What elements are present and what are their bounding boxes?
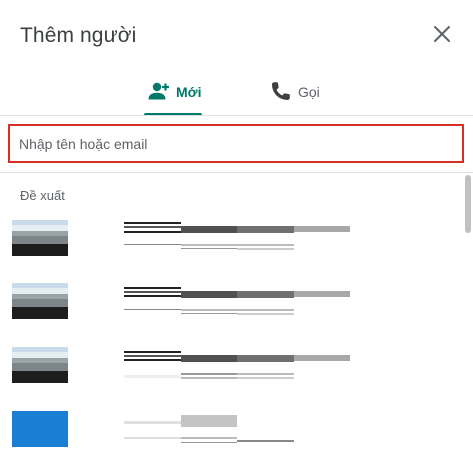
tab-new[interactable]: Mới [146, 74, 202, 116]
avatar [12, 411, 68, 447]
avatar [12, 283, 68, 319]
redacted-contact-info [124, 285, 354, 315]
tab-new-label: Mới [176, 84, 202, 100]
search-input[interactable] [10, 126, 462, 161]
scrollbar[interactable] [465, 175, 471, 233]
person-add-icon [146, 80, 172, 102]
phone-icon [268, 80, 294, 102]
suggestion-row[interactable] [0, 347, 460, 393]
tab-call-label: Gọi [298, 84, 320, 100]
close-button[interactable] [428, 20, 456, 48]
close-icon [434, 26, 450, 42]
redacted-contact-info [124, 349, 354, 379]
suggestion-row[interactable] [0, 283, 460, 329]
suggestions-label: Đề xuất [20, 188, 65, 203]
suggestion-row[interactable] [0, 220, 460, 266]
avatar [12, 220, 68, 256]
suggestion-row[interactable] [0, 411, 460, 457]
search-field[interactable] [8, 124, 464, 163]
divider [0, 172, 473, 173]
divider [0, 115, 473, 116]
tab-bar: Mới Gọi [0, 74, 473, 116]
avatar [12, 347, 68, 383]
tab-call[interactable]: Gọi [268, 74, 328, 116]
redacted-contact-info [124, 413, 354, 443]
dialog-title: Thêm người [20, 24, 137, 47]
add-people-dialog: Thêm người Mới Gọi Nhập tên hoặc email Đ… [0, 0, 473, 463]
redacted-contact-info [124, 222, 354, 250]
